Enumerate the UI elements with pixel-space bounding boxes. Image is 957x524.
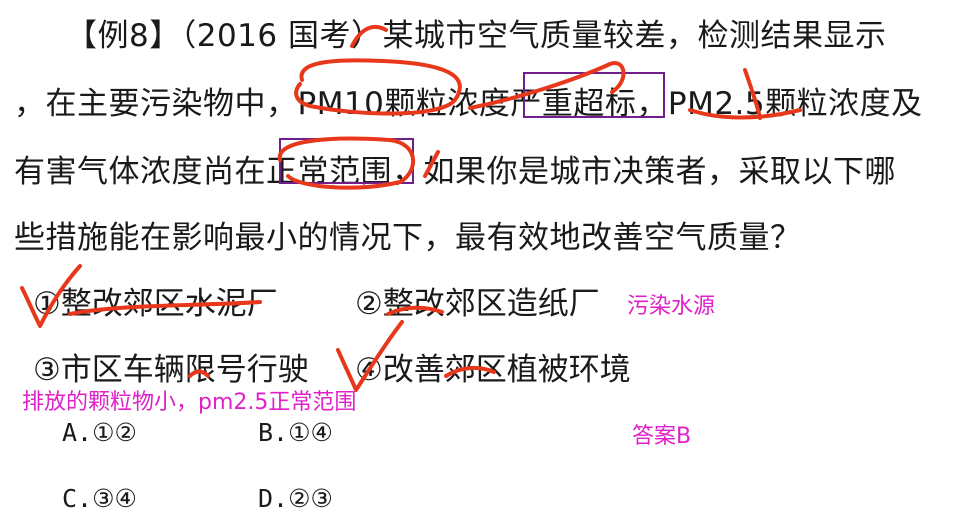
option-1: ①整改郊区水泥厂 bbox=[33, 286, 278, 322]
question-line-1: 【例8】（2016 国考）某城市空气质量较差，检测结果显示 bbox=[66, 18, 887, 54]
option-2: ②整改郊区造纸厂 bbox=[355, 286, 600, 322]
option-4: ④改善郊区植被环境 bbox=[355, 352, 631, 388]
choice-c: C.③④ bbox=[62, 484, 137, 513]
question-line-3: 有害气体浓度尚在正常范围，如果你是城市决策者，采取以下哪 bbox=[14, 154, 896, 190]
choice-a: A.①② bbox=[62, 418, 137, 447]
question-line-4: 些措施能在影响最小的情况下，最有效地改善空气质量？ bbox=[14, 220, 802, 256]
highlight-box-exceeds bbox=[523, 72, 665, 118]
option-3: ③市区车辆限号行驶 bbox=[33, 352, 309, 388]
question-line-2: ，在主要污染物中，PM10颗粒浓度严重超标，PM2.5颗粒浓度及 bbox=[14, 86, 923, 122]
choice-b: B.①④ bbox=[258, 418, 333, 447]
note-water-source: 污染水源 bbox=[627, 294, 716, 319]
note-answer: 答案B bbox=[632, 424, 692, 449]
choice-d: D.②③ bbox=[258, 484, 333, 513]
highlight-box-normal-range bbox=[279, 138, 414, 184]
note-particles: 排放的颗粒物小，pm2.5正常范围 bbox=[22, 390, 357, 415]
